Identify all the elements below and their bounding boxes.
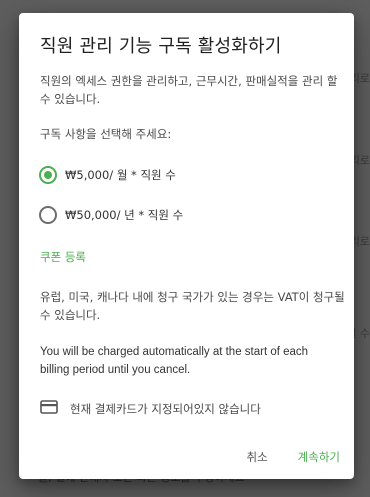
plan-option-yearly[interactable]: ₩50,000/ 년 * 직원 수 bbox=[39, 206, 183, 224]
plan-prompt: 구독 사항을 선택해 주세요: bbox=[40, 127, 172, 141]
dialog-title: 직원 관리 기능 구독 활성화하기 bbox=[40, 36, 282, 57]
dialog-description: 직원의 엑세스 권한을 관리하고, 근무시간, 판매실적을 관리 할 수 있습니… bbox=[40, 74, 338, 106]
charge-notice: You will be charged automatically at the… bbox=[40, 346, 309, 376]
payment-card-status: 현재 결제카드가 지정되어있지 않습니다 bbox=[40, 399, 261, 418]
subscription-dialog: 직원 관리 기능 구독 활성화하기 직원의 엑세스 권한을 관리하고, 근무시간… bbox=[19, 13, 354, 479]
vat-notice: 유럽, 미국, 캐나다 내에 청구 국가가 있는 경우는 VAT이 청구될 수 … bbox=[40, 290, 345, 322]
card-status-text: 현재 결제카드가 지정되어있지 않습니다 bbox=[70, 401, 261, 416]
radio-unchecked-icon[interactable] bbox=[39, 206, 57, 224]
radio-checked-icon[interactable] bbox=[39, 166, 57, 184]
continue-button[interactable]: 계속하기 bbox=[298, 449, 340, 465]
coupon-link[interactable]: 쿠폰 등록 bbox=[40, 249, 86, 265]
dialog-actions: 취소 계속하기 bbox=[247, 449, 341, 465]
cancel-button[interactable]: 취소 bbox=[247, 449, 268, 465]
plan-option-label: ₩5,000/ 월 * 직원 수 bbox=[65, 168, 176, 182]
plan-option-label: ₩50,000/ 년 * 직원 수 bbox=[65, 208, 184, 222]
plan-option-monthly[interactable]: ₩5,000/ 월 * 직원 수 bbox=[39, 166, 176, 184]
credit-card-icon bbox=[40, 399, 58, 418]
